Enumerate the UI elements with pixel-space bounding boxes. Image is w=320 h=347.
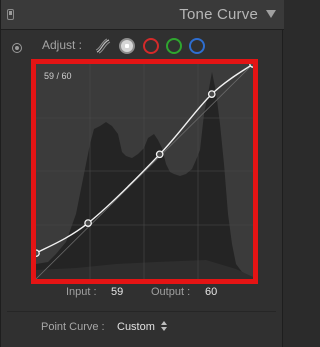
red-channel-button[interactable] bbox=[143, 38, 159, 54]
parametric-curve-icon[interactable] bbox=[95, 38, 111, 54]
blue-channel-button[interactable] bbox=[189, 38, 205, 54]
point-curve-updown-icon[interactable] bbox=[161, 319, 169, 333]
curve-control-point[interactable] bbox=[155, 150, 164, 159]
curve-control-point[interactable] bbox=[36, 249, 40, 258]
targeted-adjustment-icon[interactable] bbox=[12, 43, 22, 53]
output-label: Output : bbox=[151, 286, 191, 298]
output-value: 60 bbox=[205, 286, 218, 298]
curve-control-point[interactable] bbox=[207, 90, 216, 98]
panel-header[interactable]: Tone Curve bbox=[1, 0, 284, 30]
curve-readout: 59 / 60 bbox=[44, 71, 72, 81]
point-curve-select[interactable]: Custom bbox=[117, 321, 155, 333]
tone-curve-graph[interactable]: 59 / 60 bbox=[31, 59, 258, 284]
curve-control-point[interactable] bbox=[249, 64, 253, 68]
point-curve-label: Point Curve : bbox=[41, 321, 105, 333]
collapse-triangle-icon[interactable] bbox=[266, 10, 276, 18]
adjust-label: Adjust : bbox=[42, 38, 83, 52]
input-value: 59 bbox=[111, 286, 124, 298]
panel-title: Tone Curve bbox=[179, 6, 258, 23]
panel-toggle-switch[interactable] bbox=[7, 9, 14, 20]
tone-curve-panel: Tone Curve Adjust : 59 / 60 Input: 59 O… bbox=[0, 0, 284, 347]
curve-control-point[interactable] bbox=[84, 219, 92, 227]
green-channel-button[interactable] bbox=[166, 38, 182, 54]
curve-canvas[interactable] bbox=[36, 64, 253, 279]
rgb-channel-button[interactable] bbox=[119, 38, 135, 54]
section-divider bbox=[7, 311, 276, 312]
input-label: Input : bbox=[66, 286, 97, 298]
